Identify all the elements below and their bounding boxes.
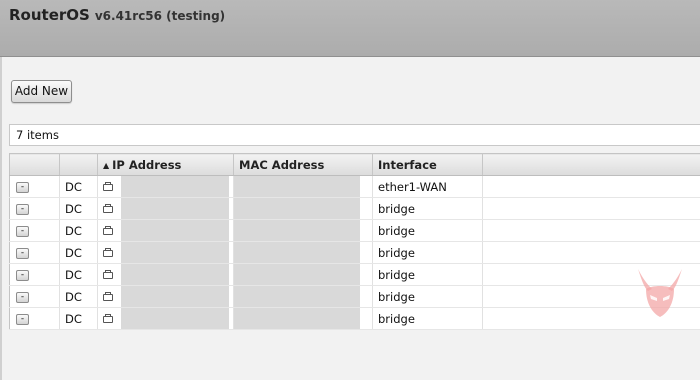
row-filler <box>482 219 700 242</box>
column-header-flags <box>59 153 98 176</box>
redacted-ip-address <box>121 308 229 329</box>
add-new-button[interactable]: Add New <box>11 80 72 103</box>
redacted-mac-address <box>234 176 360 197</box>
row-remove-button[interactable]: - <box>16 181 29 193</box>
row-ip-address <box>97 219 234 242</box>
column-header-actions <box>9 153 60 176</box>
row-interface: ether1-WAN <box>372 175 483 198</box>
address-entry-icon <box>103 269 113 279</box>
row-mac-address <box>233 219 373 242</box>
redacted-mac-address <box>234 308 360 329</box>
column-header-filler <box>482 153 700 176</box>
row-ip-address <box>97 307 234 330</box>
column-header-mac-address[interactable]: MAC Address <box>233 153 373 176</box>
row-mac-address <box>233 197 373 220</box>
row-action-cell: - <box>9 175 60 198</box>
row-interface: bridge <box>372 197 483 220</box>
row-remove-button[interactable]: - <box>16 291 29 303</box>
redacted-mac-address <box>234 286 360 307</box>
app-brand: RouterOS <box>9 6 90 24</box>
row-mac-address <box>233 241 373 264</box>
table-row[interactable]: - DC bridge <box>9 285 700 308</box>
address-entry-icon <box>103 225 113 235</box>
table-row[interactable]: - DC ether1-WAN <box>9 175 700 198</box>
horned-mask-logo <box>638 269 682 317</box>
row-filler <box>482 175 700 198</box>
column-header-ip-address-label: IP Address <box>112 157 182 172</box>
dhcp-lease-table: ▲ IP Address MAC Address Interface - DC eth… <box>9 153 700 330</box>
row-flags: DC <box>59 285 98 308</box>
redacted-ip-address <box>121 176 229 197</box>
row-ip-address <box>97 175 234 198</box>
table-row[interactable]: - DC bridge <box>9 197 700 220</box>
redacted-ip-address <box>121 242 229 263</box>
row-interface: bridge <box>372 285 483 308</box>
app-title: RouterOS v6.41rc56 (testing) <box>9 6 225 24</box>
redacted-mac-address <box>234 264 360 285</box>
row-ip-address <box>97 263 234 286</box>
row-remove-button[interactable]: - <box>16 247 29 259</box>
row-remove-button[interactable]: - <box>16 313 29 325</box>
table-row[interactable]: - DC bridge <box>9 307 700 330</box>
column-header-interface-label: Interface <box>378 157 437 172</box>
row-action-cell: - <box>9 285 60 308</box>
address-entry-icon <box>103 313 113 323</box>
row-flags: DC <box>59 263 98 286</box>
row-action-cell: - <box>9 263 60 286</box>
sort-ascending-icon: ▲ <box>103 160 110 170</box>
left-divider <box>0 57 2 380</box>
item-count: 7 items <box>16 128 59 142</box>
row-flags: DC <box>59 241 98 264</box>
redacted-ip-address <box>121 264 229 285</box>
row-remove-button[interactable]: - <box>16 225 29 237</box>
app-version: v6.41rc56 (testing) <box>94 9 226 23</box>
row-flags: DC <box>59 307 98 330</box>
row-action-cell: - <box>9 241 60 264</box>
redacted-ip-address <box>121 286 229 307</box>
row-mac-address <box>233 263 373 286</box>
row-mac-address <box>233 285 373 308</box>
row-interface: bridge <box>372 307 483 330</box>
row-mac-address <box>233 175 373 198</box>
redacted-mac-address <box>234 220 360 241</box>
item-count-bar: 7 items <box>9 124 700 146</box>
table-row[interactable]: - DC bridge <box>9 263 700 286</box>
table-header-row: ▲ IP Address MAC Address Interface <box>9 153 700 176</box>
row-flags: DC <box>59 175 98 198</box>
address-entry-icon <box>103 291 113 301</box>
row-interface: bridge <box>372 241 483 264</box>
address-entry-icon <box>103 203 113 213</box>
redacted-mac-address <box>234 198 360 219</box>
row-remove-button[interactable]: - <box>16 203 29 215</box>
redacted-ip-address <box>121 198 229 219</box>
row-flags: DC <box>59 219 98 242</box>
row-ip-address <box>97 285 234 308</box>
row-ip-address <box>97 197 234 220</box>
row-flags: DC <box>59 197 98 220</box>
table-row[interactable]: - DC bridge <box>9 219 700 242</box>
row-interface: bridge <box>372 263 483 286</box>
column-header-interface[interactable]: Interface <box>372 153 483 176</box>
row-remove-button[interactable]: - <box>16 269 29 281</box>
row-filler <box>482 241 700 264</box>
address-entry-icon <box>103 247 113 257</box>
row-ip-address <box>97 241 234 264</box>
column-header-ip-address[interactable]: ▲ IP Address <box>97 153 234 176</box>
row-action-cell: - <box>9 307 60 330</box>
row-filler <box>482 197 700 220</box>
column-header-mac-address-label: MAC Address <box>239 157 325 172</box>
redacted-mac-address <box>234 242 360 263</box>
redacted-ip-address <box>121 220 229 241</box>
row-action-cell: - <box>9 219 60 242</box>
row-interface: bridge <box>372 219 483 242</box>
title-bar: RouterOS v6.41rc56 (testing) <box>0 0 700 57</box>
address-entry-icon <box>103 181 113 191</box>
row-mac-address <box>233 307 373 330</box>
table-row[interactable]: - DC bridge <box>9 241 700 264</box>
row-action-cell: - <box>9 197 60 220</box>
